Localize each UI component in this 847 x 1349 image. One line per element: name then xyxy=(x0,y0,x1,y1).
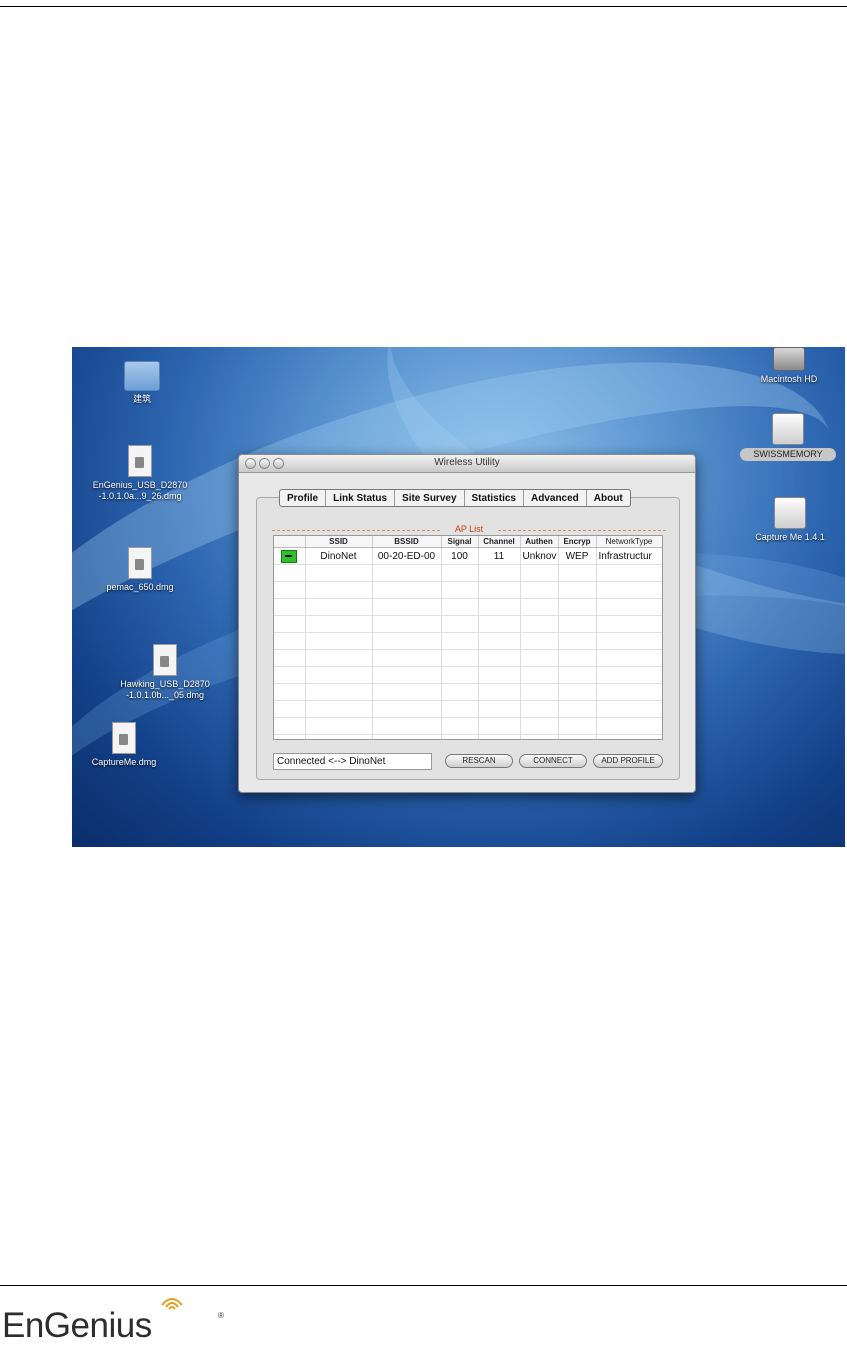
title-bar[interactable]: Wireless Utility xyxy=(239,455,695,473)
footer-rule xyxy=(0,1285,847,1286)
tab-statistics[interactable]: Statistics xyxy=(465,490,524,506)
table-row[interactable] xyxy=(274,564,662,582)
encryp-cell: WEP xyxy=(558,547,597,565)
window-title: Wireless Utility xyxy=(434,457,500,468)
external-disk-icon xyxy=(772,413,804,445)
volume-swissmemory[interactable]: SWISSMEMORY xyxy=(740,413,836,461)
table-row[interactable] xyxy=(274,700,662,718)
volume-capture-me[interactable]: Capture Me 1.4.1 xyxy=(740,497,840,543)
desktop-folder[interactable]: 建筑 xyxy=(112,361,172,405)
column-header[interactable]: Authen xyxy=(520,536,559,548)
tab-bar: Profile Link Status Site Survey Statisti… xyxy=(279,489,631,507)
tab-profile[interactable]: Profile xyxy=(280,490,327,506)
desktop-screenshot: 建筑 EnGenius_USB_D2870 -1.0.1.0a...9_26.d… xyxy=(72,347,845,847)
connect-button[interactable]: CONNECT xyxy=(519,754,587,768)
column-header[interactable]: Channel xyxy=(478,536,521,548)
volume-macintosh-hd[interactable]: Macintosh HD xyxy=(744,347,834,385)
folder-icon xyxy=(124,361,160,391)
table-row[interactable] xyxy=(274,615,662,633)
column-header[interactable]: NetworkType xyxy=(596,536,662,548)
network-type-cell: Infrastructur xyxy=(596,547,662,565)
desktop-file[interactable]: Hawking_USB_D2870 -1.0.1.0b..._05.dmg xyxy=(105,644,225,701)
rescan-button[interactable]: RESCAN xyxy=(445,754,513,768)
desktop-file[interactable]: CaptureMe.dmg xyxy=(74,722,174,768)
table-header-row: SSID BSSID Signal Channel Authen Encryp … xyxy=(274,536,662,548)
disk-image-icon xyxy=(128,547,152,579)
table-row[interactable] xyxy=(274,632,662,650)
table-row[interactable] xyxy=(274,666,662,684)
column-header[interactable]: BSSID xyxy=(372,536,442,548)
file-label: EnGenius_USB_D2870 -1.0.1.0a...9_26.dmg xyxy=(92,480,188,501)
ssid-cell: DinoNet xyxy=(305,547,373,565)
hard-drive-icon xyxy=(773,347,805,371)
tab-link-status[interactable]: Link Status xyxy=(326,490,396,506)
column-header-icon xyxy=(274,536,306,548)
connection-status: Connected <--> DinoNet xyxy=(273,753,432,770)
table-row[interactable] xyxy=(274,598,662,616)
connected-network-icon xyxy=(281,549,298,563)
external-disk-icon xyxy=(774,497,806,529)
tab-about[interactable]: About xyxy=(587,490,630,506)
wifi-wave-icon xyxy=(161,1298,183,1310)
tab-site-survey[interactable]: Site Survey xyxy=(395,490,465,506)
authen-cell: Unknov xyxy=(520,547,559,565)
disk-image-icon xyxy=(128,445,152,477)
volume-label: Macintosh HD xyxy=(760,374,818,384)
status-cell xyxy=(274,547,306,565)
volume-label: SWISSMEMORY xyxy=(740,448,836,461)
table-row[interactable] xyxy=(274,734,662,739)
brand-logo: EnGenius xyxy=(2,1306,152,1345)
disk-image-icon xyxy=(112,722,136,754)
tab-advanced[interactable]: Advanced xyxy=(524,490,587,506)
wireless-utility-window: Wireless Utility AP List Profile Link St… xyxy=(238,454,696,793)
desktop-file[interactable]: pemac_650.dmg xyxy=(80,547,200,593)
ap-list-table: SSID BSSID Signal Channel Authen Encryp … xyxy=(273,535,663,740)
bssid-cell: 00-20-ED-00 xyxy=(372,547,442,565)
file-label: Hawking_USB_D2870 -1.0.1.0b..._05.dmg xyxy=(120,679,210,700)
folder-label: 建筑 xyxy=(132,394,151,404)
column-header[interactable]: Encryp xyxy=(558,536,597,548)
column-header[interactable]: Signal xyxy=(441,536,479,548)
column-header[interactable]: SSID xyxy=(305,536,373,548)
desktop-file[interactable]: EnGenius_USB_D2870 -1.0.1.0a...9_26.dmg xyxy=(80,445,200,502)
channel-cell: 11 xyxy=(478,547,521,565)
table-row[interactable] xyxy=(274,683,662,701)
registered-mark: ® xyxy=(218,1311,224,1320)
table-row[interactable] xyxy=(274,717,662,735)
table-row[interactable] xyxy=(274,649,662,667)
header-rule xyxy=(0,6,847,7)
table-row[interactable]: DinoNet 00-20-ED-00 100 11 Unknov WEP In… xyxy=(274,547,662,565)
table-row[interactable] xyxy=(274,581,662,599)
disk-image-icon xyxy=(153,644,177,676)
signal-cell: 100 xyxy=(441,547,479,565)
add-profile-button[interactable]: ADD PROFILE xyxy=(593,754,663,768)
volume-label: Capture Me 1.4.1 xyxy=(755,532,825,542)
file-label: pemac_650.dmg xyxy=(106,582,174,592)
file-label: CaptureMe.dmg xyxy=(91,757,157,767)
